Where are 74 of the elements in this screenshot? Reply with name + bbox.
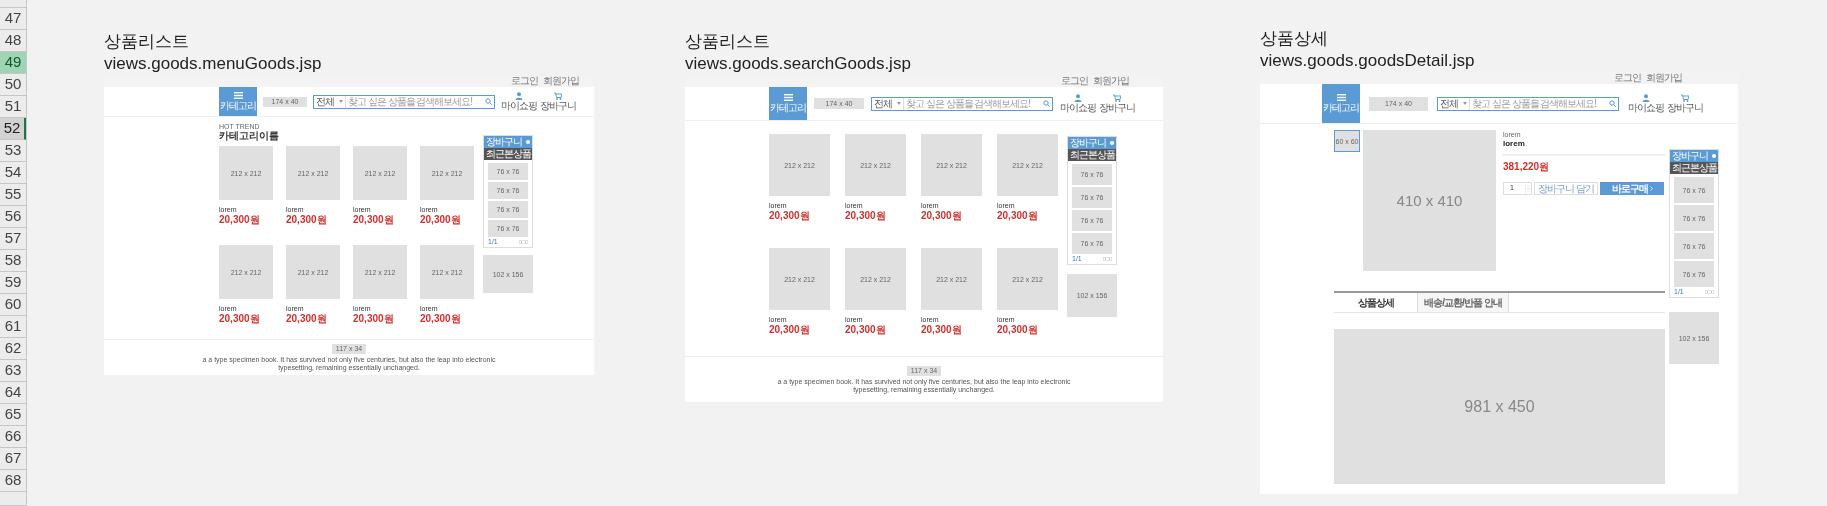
search-icon <box>1043 100 1050 107</box>
panel-heading: 최근본상품 <box>1670 162 1718 174</box>
my-shopping-button[interactable]: 마이쇼핑 <box>501 91 537 112</box>
sheet-caption: 상품상세 <box>1260 28 1329 50</box>
product-price: 20,300원 <box>845 210 887 222</box>
my-shopping-button[interactable]: 마이쇼핑 <box>1060 93 1096 114</box>
scope-dropdown[interactable]: 전체 <box>872 97 904 110</box>
cart-button[interactable]: 장바구니 <box>540 91 576 112</box>
product-price: 20,300원 <box>769 324 811 336</box>
sheet-caption: 상품리스트 <box>685 31 771 53</box>
product-price: 20,300원 <box>997 210 1039 222</box>
prev-next-icon <box>1705 290 1714 294</box>
search-icon <box>1609 100 1616 107</box>
product-price: 20,300원 <box>219 313 261 325</box>
file-name: views.goods.goodsDetail.jsp <box>1260 50 1476 72</box>
prev-next-icon <box>1103 257 1112 261</box>
cart-icon <box>1681 93 1689 102</box>
category-heading: 카테고리이름 <box>219 130 280 142</box>
top-link[interactable]: 회원가입 <box>543 75 579 87</box>
prev-next-icon <box>519 240 528 244</box>
product-price: 20,300원 <box>845 324 887 336</box>
search-bar[interactable]: 전체 찾고 싶은 상품을 검색해보세요! <box>313 94 495 109</box>
my-shopping-button[interactable]: 마이쇼핑 <box>1628 93 1664 114</box>
product-price: 20,300원 <box>286 214 328 226</box>
product-price: 20,300원 <box>921 210 963 222</box>
badge-icon <box>1110 141 1114 145</box>
file-name: views.goods.menuGoods.jsp <box>104 53 323 75</box>
sheet-caption: 상품리스트 <box>104 31 190 53</box>
product-price: 20,300원 <box>420 214 462 226</box>
product-price: 381,220원 <box>1503 160 1551 174</box>
cart-icon <box>1113 93 1121 102</box>
product-price: 20,300원 <box>420 313 462 325</box>
person-icon <box>1642 93 1650 102</box>
caret-icon <box>339 100 343 103</box>
size-label: 981 x 450 <box>1464 398 1535 415</box>
product-price: 20,300원 <box>219 214 261 226</box>
person-icon <box>515 91 523 100</box>
product-price: 20,300원 <box>997 324 1039 336</box>
menu-icon <box>233 91 243 99</box>
product-price: 20,300원 <box>769 210 811 222</box>
cart-button[interactable]: 장바구니 <box>1667 93 1703 114</box>
top-link[interactable]: 로그인 <box>1061 75 1088 87</box>
scope-dropdown[interactable]: 전체 <box>314 95 346 108</box>
search-bar[interactable]: 전체 찾고 싶은 상품을 검색해보세요! <box>871 96 1053 111</box>
panel-heading: 최근본상품 <box>1068 149 1116 161</box>
badge-icon <box>526 140 530 144</box>
scope-dropdown[interactable]: 전체 <box>1438 97 1470 110</box>
row-number[interactable]: 52 <box>0 118 26 140</box>
panel-heading: 최근본상품 <box>484 148 532 160</box>
file-name: views.goods.searchGoods.jsp <box>685 53 912 75</box>
search-bar[interactable]: 전체 찾고 싶은 상품을 검색해보세요! <box>1437 96 1619 111</box>
stepper-icon <box>1525 183 1531 194</box>
chevron-right-icon <box>1649 186 1653 191</box>
caret-icon <box>897 102 901 105</box>
top-link[interactable]: 회원가입 <box>1646 72 1682 84</box>
top-link[interactable]: 로그인 <box>1614 72 1641 84</box>
product-price: 20,300원 <box>286 313 328 325</box>
person-icon <box>1074 93 1082 102</box>
row-number[interactable]: 49 <box>0 52 26 74</box>
top-link[interactable]: 로그인 <box>511 75 538 87</box>
product-price: 20,300원 <box>353 214 395 226</box>
cart-button[interactable]: 장바구니 <box>1099 93 1135 114</box>
tab[interactable]: 배송/교환/반품 안내 <box>1417 293 1509 312</box>
cart-icon <box>554 91 562 100</box>
product-price: 20,300원 <box>353 313 395 325</box>
product-name: lorem <box>1503 139 1526 149</box>
product-price: 20,300원 <box>921 324 963 336</box>
caret-icon <box>1463 102 1467 105</box>
search-icon <box>485 98 492 105</box>
badge-icon <box>1712 154 1716 158</box>
top-link[interactable]: 회원가입 <box>1093 75 1129 87</box>
size-label: 410 x 410 <box>1396 193 1463 208</box>
menu-icon <box>1336 93 1346 101</box>
menu-icon <box>783 93 793 101</box>
